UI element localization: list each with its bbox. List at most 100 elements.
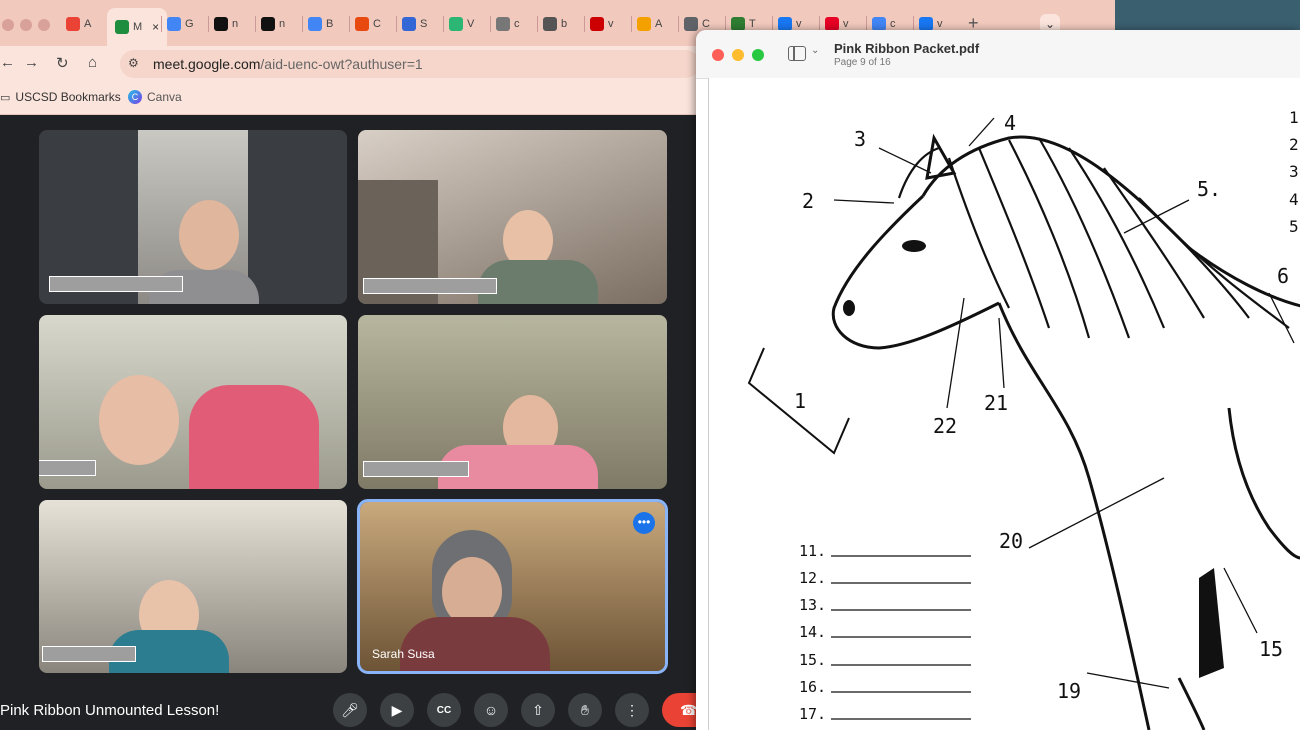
- browser-tab[interactable]: c: [496, 8, 520, 40]
- browser-tab[interactable]: n: [214, 8, 238, 40]
- leader-line-22: [946, 297, 965, 409]
- url-text[interactable]: meet.google.com/aid-uenc-owt?authuser=1: [153, 56, 423, 72]
- tile-more-icon[interactable]: •••: [633, 512, 655, 534]
- tab-label: v: [608, 18, 614, 30]
- window-zoom-dot[interactable]: [38, 19, 50, 31]
- tab-label: v: [796, 18, 802, 30]
- diagram-label: 20: [999, 529, 1023, 553]
- tab-label: c: [514, 18, 520, 30]
- right-edge-number: 1: [1289, 108, 1299, 127]
- url-host: meet.google.com: [153, 56, 261, 72]
- participant-tile-active[interactable]: Sarah Susa •••: [357, 499, 668, 674]
- browser-tab[interactable]: b: [543, 8, 567, 40]
- medium-icon: [261, 17, 275, 31]
- browser-tab[interactable]: A: [66, 8, 91, 40]
- captions-icon[interactable]: CC: [427, 693, 461, 727]
- tab-separator: [161, 16, 162, 32]
- diagram-label: 6: [1277, 264, 1289, 288]
- more-options-icon[interactable]: ⋮: [615, 693, 649, 727]
- tab-label: c: [890, 18, 896, 30]
- back-icon[interactable]: ←: [0, 54, 15, 71]
- meet-control-bar: Pink Ribbon Unmounted Lesson! 🎤︎ ▶︎ CC ☺…: [0, 690, 702, 730]
- tab-label: M: [133, 21, 143, 33]
- tab-label: T: [749, 18, 756, 30]
- address-bar[interactable]: ⚙ meet.google.com/aid-uenc-owt?authuser=…: [120, 50, 700, 78]
- participant-tile[interactable]: [358, 130, 667, 304]
- zoom-window-button[interactable]: [752, 49, 764, 61]
- web-icon: [684, 17, 698, 31]
- leader-line-group: [833, 117, 1295, 689]
- camera-icon[interactable]: ▶︎: [380, 693, 414, 727]
- participant-name: Sarah Susa: [372, 647, 435, 661]
- page-indicator: Page 9 of 16: [834, 57, 891, 68]
- facebook-icon: [778, 17, 792, 31]
- mane-stroke: [1068, 147, 1166, 329]
- diagram-label: 1: [794, 389, 806, 413]
- tab-label: C: [373, 18, 381, 30]
- tab-label: b: [561, 18, 568, 30]
- leader-line-3: [878, 147, 932, 174]
- browser-tab[interactable]: C: [355, 8, 381, 40]
- tab-separator: [396, 16, 397, 32]
- window-minimize-dot[interactable]: [20, 19, 32, 31]
- participant-tile[interactable]: [358, 315, 667, 489]
- horse-chest-outline: [997, 302, 1151, 730]
- home-icon[interactable]: ⌂: [88, 54, 97, 71]
- leader-line-21: [998, 317, 1005, 389]
- bookmark-folder-uscsd[interactable]: ▭ USCSD Bookmarks: [0, 90, 121, 104]
- right-edge-number: 4: [1289, 190, 1299, 209]
- horse-outline-group: [831, 135, 1300, 730]
- raise-hand-icon[interactable]: ✋︎: [568, 693, 602, 727]
- right-edge-number: 5: [1289, 217, 1299, 236]
- tab-separator: [537, 16, 538, 32]
- folder-icon: ▭: [0, 91, 11, 104]
- window-close-dot[interactable]: [2, 19, 14, 31]
- facebook-icon: [919, 17, 933, 31]
- tab-separator: [631, 16, 632, 32]
- participant-tile[interactable]: [39, 315, 347, 489]
- tab-label: B: [326, 18, 334, 30]
- bookmark-canva[interactable]: C Canva: [128, 90, 182, 104]
- browser-tab[interactable]: M ×: [107, 8, 168, 46]
- tab-label: A: [655, 18, 663, 30]
- participant-tile[interactable]: [39, 500, 347, 673]
- browser-tab[interactable]: A: [637, 8, 662, 40]
- browser-tab[interactable]: G: [167, 8, 194, 40]
- target-icon: [590, 17, 604, 31]
- microphone-icon[interactable]: 🎤︎: [333, 693, 367, 727]
- mane-stroke: [1103, 167, 1205, 319]
- minimize-window-button[interactable]: [732, 49, 744, 61]
- pdf-page[interactable]: 1 2 3 4 5. 6 15 19 20 21 22 1 2 3 4 5 11…: [708, 78, 1300, 730]
- close-window-button[interactable]: [712, 49, 724, 61]
- browser-tab[interactable]: B: [308, 8, 333, 40]
- fill-in-number: 12.: [799, 569, 826, 587]
- chevron-down-icon[interactable]: ⌄: [811, 45, 819, 56]
- present-icon[interactable]: ⇧: [521, 693, 555, 727]
- pinterest-icon: [825, 17, 839, 31]
- mane-stroke: [1008, 139, 1091, 339]
- participant-face: [99, 375, 179, 465]
- browser-tab[interactable]: S: [402, 8, 427, 40]
- tab-label: v: [937, 18, 943, 30]
- browser-tab[interactable]: n: [261, 8, 285, 40]
- horse-mane-group: [897, 137, 1290, 339]
- participant-body: [189, 385, 319, 489]
- sidebar-toggle-icon[interactable]: [788, 46, 806, 61]
- site-settings-icon[interactable]: ⚙: [128, 56, 139, 70]
- leader-line-5: [1123, 199, 1190, 234]
- gmail-icon: [66, 17, 80, 31]
- close-icon[interactable]: ×: [152, 20, 159, 34]
- tab-label: v: [843, 18, 849, 30]
- meeting-title: Pink Ribbon Unmounted Lesson!: [0, 702, 220, 719]
- participant-tile[interactable]: [39, 130, 347, 304]
- browser-tab[interactable]: V: [449, 8, 474, 40]
- horse-leg-outline: [1177, 677, 1206, 730]
- browser-tab[interactable]: v: [590, 8, 614, 40]
- horse-neck-top: [921, 135, 1300, 308]
- web-icon: [731, 17, 745, 31]
- reload-icon[interactable]: ↻: [56, 54, 69, 72]
- emoji-icon[interactable]: ☺: [474, 693, 508, 727]
- web-icon: [637, 17, 651, 31]
- leader-line-15: [1223, 567, 1258, 634]
- forward-icon[interactable]: →: [24, 54, 39, 71]
